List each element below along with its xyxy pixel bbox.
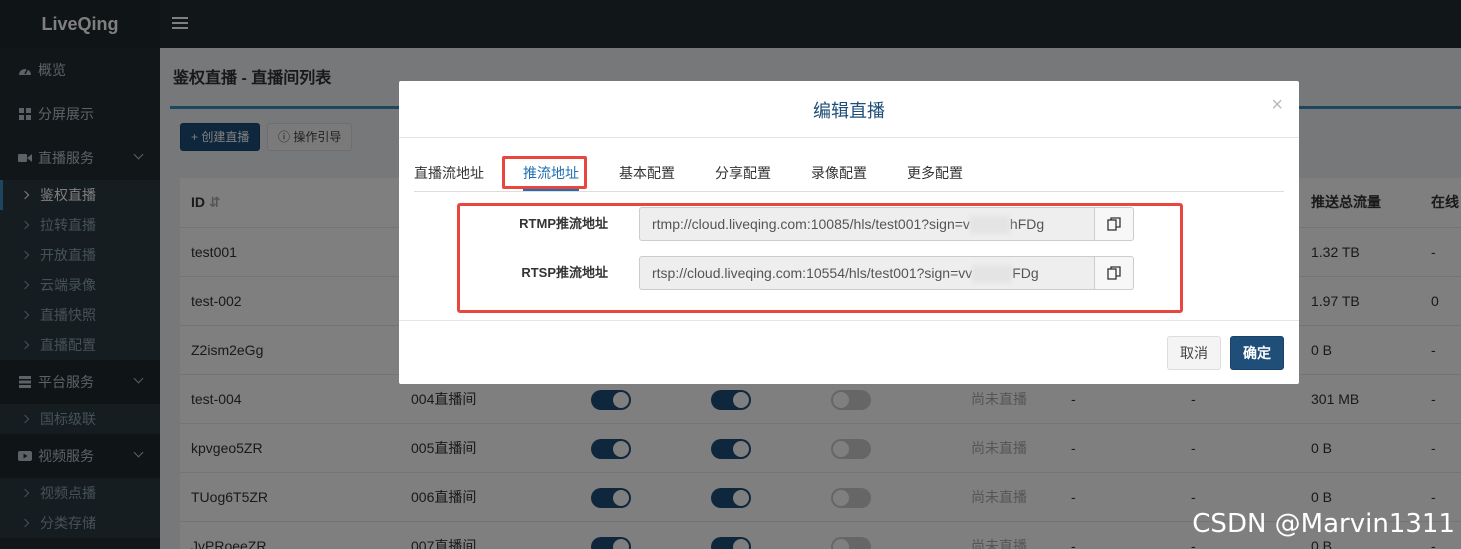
tab-basic-config[interactable]: 基本配置: [619, 159, 675, 191]
modal-title: 编辑直播: [813, 101, 885, 121]
confirm-button[interactable]: 确定: [1230, 336, 1284, 370]
tab-share-config[interactable]: 分享配置: [715, 159, 771, 191]
tab-stream-address[interactable]: 直播流地址: [414, 159, 484, 191]
tab-record-config[interactable]: 录像配置: [811, 159, 867, 191]
modal-footer-divider: [399, 320, 1299, 321]
tab-highlight-box: [502, 156, 587, 189]
form-highlight-box: [457, 203, 1183, 313]
close-icon[interactable]: ×: [1271, 95, 1283, 115]
cancel-button[interactable]: 取消: [1167, 336, 1221, 370]
edit-live-modal: 编辑直播 × 直播流地址 推流地址 基本配置 分享配置 录像配置 更多配置 RT…: [399, 81, 1299, 384]
tab-more-config[interactable]: 更多配置: [907, 159, 963, 191]
modal-divider: [399, 137, 1299, 138]
watermark: CSDN @Marvin1311: [1192, 509, 1455, 539]
